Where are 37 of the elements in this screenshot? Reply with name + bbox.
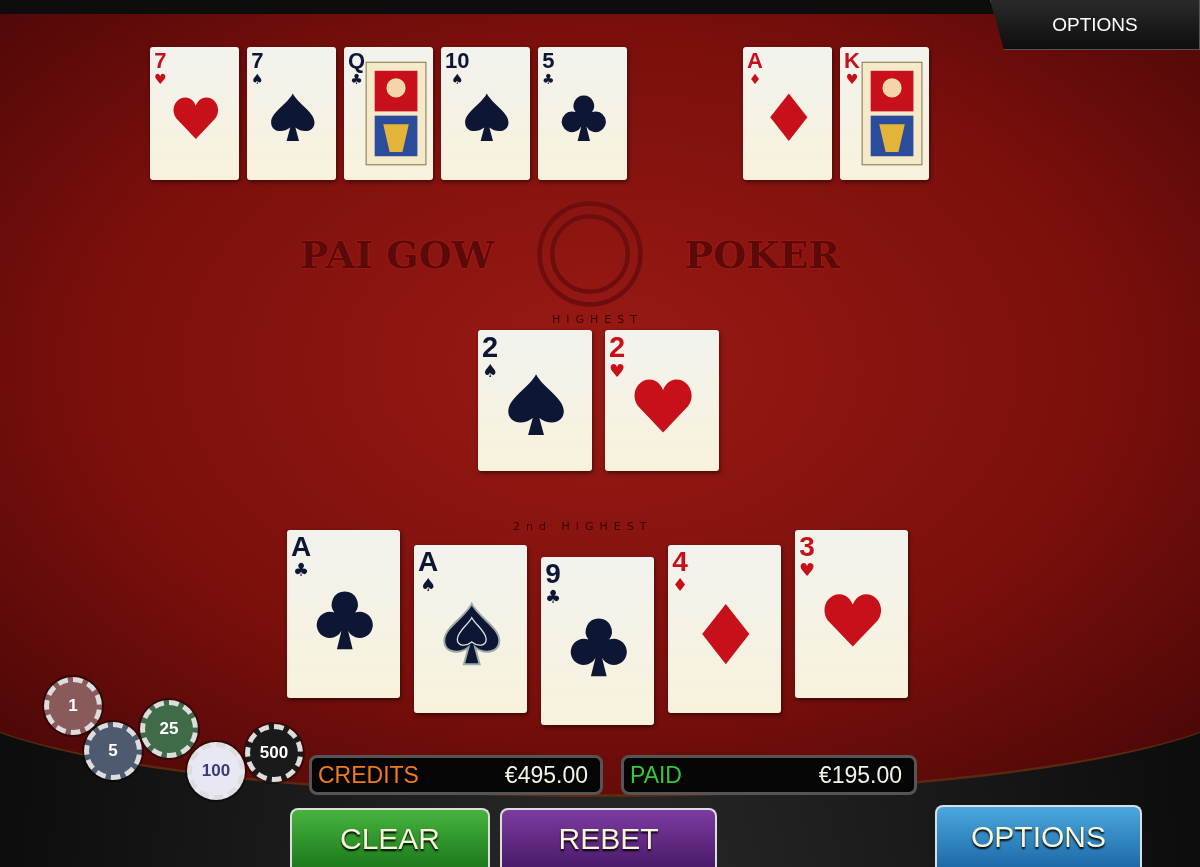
card-suit: ♠ — [251, 72, 264, 86]
card-rank: 2 — [482, 333, 499, 362]
card-suit: ♣ — [350, 72, 363, 86]
card-suit: ♠ — [420, 576, 437, 594]
card-rank: 2 — [609, 333, 626, 362]
options-tab[interactable]: OPTIONS — [990, 0, 1200, 50]
card-suit: ♠ — [482, 362, 499, 380]
card-rank: Q — [348, 50, 366, 72]
card-suit: ♦ — [748, 72, 762, 86]
hand-label: 2nd HIGHEST — [513, 520, 653, 533]
card-suit: ♥ — [799, 561, 816, 579]
card-rank: A — [418, 548, 439, 576]
card-rank: 3 — [799, 533, 815, 561]
card-rank: K — [844, 50, 860, 72]
card-rank: A — [747, 50, 763, 72]
card-rank: 7 — [251, 50, 264, 72]
card-suit: ♥ — [845, 72, 859, 86]
card-suit: ♦ — [672, 576, 689, 594]
card-suit: ♥ — [154, 72, 167, 86]
card-rank: A — [291, 533, 312, 561]
card-rank: 10 — [445, 50, 470, 72]
credits-value: €495.00 — [504, 761, 588, 789]
card-suit: ♣ — [545, 588, 562, 606]
card-suit: ♣ — [293, 561, 310, 579]
rebet-button[interactable]: REBET — [500, 808, 717, 867]
hand-label: HIGHEST — [552, 313, 643, 326]
paid-value: €195.00 — [818, 761, 902, 789]
ring-emblem-icon — [535, 200, 644, 308]
card-suit: ♥ — [609, 362, 626, 380]
card-rank: 5 — [542, 50, 555, 72]
card-suit: ♣ — [542, 72, 555, 86]
card-suit: ♠ — [450, 72, 464, 86]
credits-label: CREDITS — [318, 761, 419, 789]
card-rank: 7 — [154, 50, 167, 72]
card-rank: 4 — [672, 548, 688, 576]
paid-label: PAID — [630, 761, 682, 789]
card-rank: 9 — [545, 560, 561, 588]
